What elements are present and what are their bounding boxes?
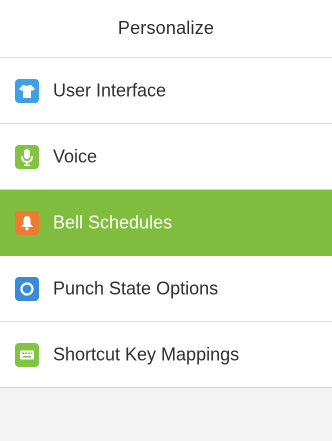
menu-item-shortcut-key-mappings[interactable]: Shortcut Key Mappings	[0, 322, 332, 388]
menu-item-label: User Interface	[53, 80, 167, 100]
punch-state-icon	[15, 276, 39, 301]
page-title: Personalize	[117, 18, 215, 38]
bell-icon	[15, 210, 39, 235]
menu-item-label: Shortcut Key Mappings	[53, 344, 240, 364]
shirt-icon	[15, 78, 39, 103]
menu-item-label: Punch State Options	[53, 278, 219, 298]
menu-item-label: Voice	[53, 146, 98, 166]
menu-item-label: Bell Schedules	[53, 212, 173, 232]
microphone-icon	[15, 144, 39, 169]
menu-item-voice[interactable]: Voice	[0, 124, 332, 190]
menu-item-punch-state-options[interactable]: Punch State Options	[0, 256, 332, 322]
menu-item-bell-schedules[interactable]: Bell Schedules	[0, 190, 332, 256]
personalize-menu: User Interface Voice Bell Schedules Punc…	[0, 58, 332, 388]
screen-header: Personalize	[0, 0, 332, 58]
keyboard-icon	[15, 342, 39, 367]
blank-area	[0, 388, 332, 441]
menu-item-user-interface[interactable]: User Interface	[0, 58, 332, 124]
personalize-screen: Personalize User Interface Voice Bell Sc…	[0, 0, 332, 441]
